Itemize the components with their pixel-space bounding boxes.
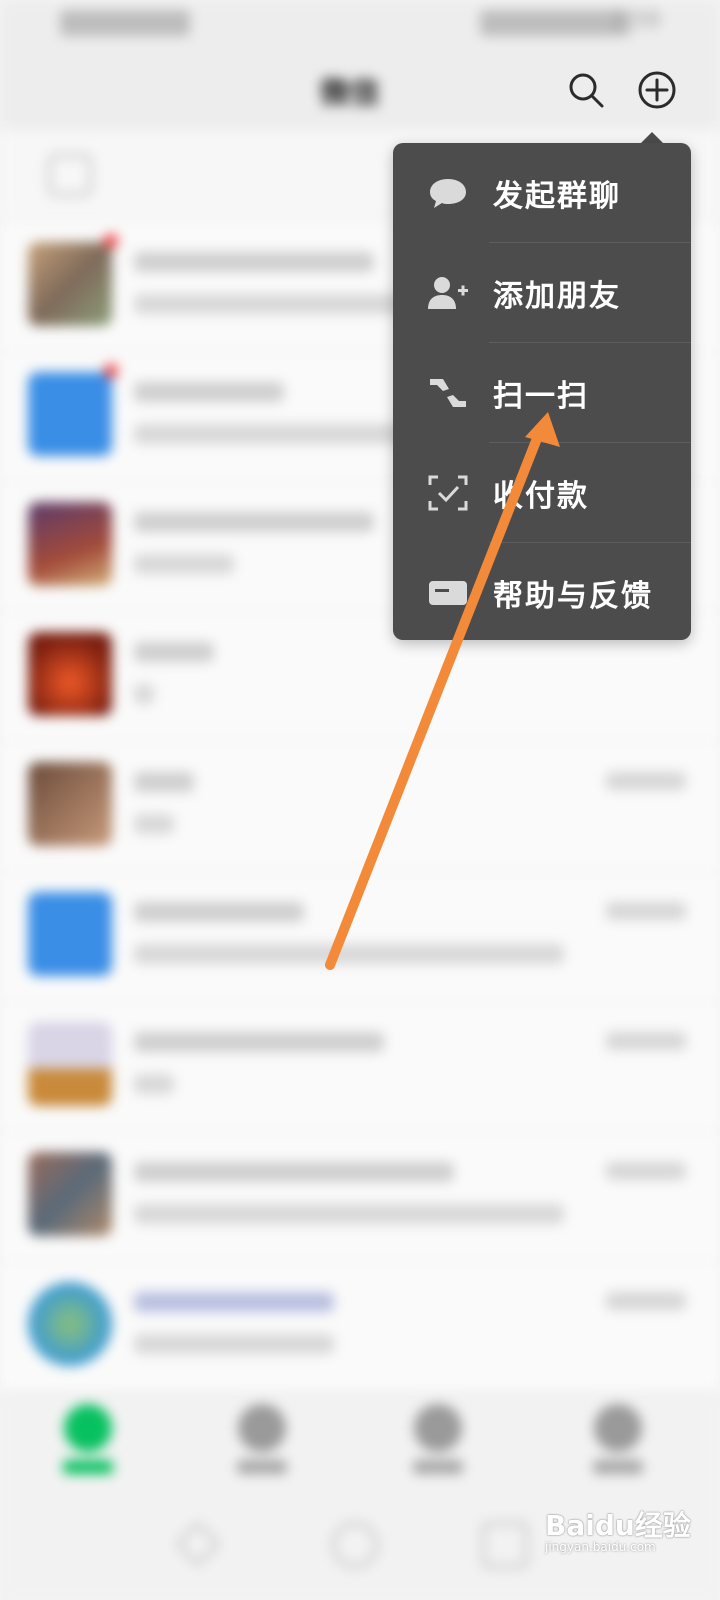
watermark-url: jingyan.baidu.com [545, 1540, 656, 1554]
tab-me[interactable] [578, 1404, 658, 1474]
chat-preview [134, 252, 374, 272]
back-nav-icon[interactable] [175, 1521, 221, 1567]
chat-bubble-icon [427, 173, 469, 213]
signal-indicators [60, 10, 190, 36]
chat-preview [134, 382, 284, 402]
avatar [28, 762, 112, 846]
tab-label-placeholder [63, 1460, 113, 1474]
menu-item-help-feedback[interactable]: 帮助与反馈 [393, 543, 691, 643]
avatar [28, 1152, 112, 1236]
chat-tab-icon [64, 1404, 112, 1452]
screen: 2:59 微信 发起群聊 添加朋友 扫一扫 收付款 帮助与反馈 Baidu经验 … [0, 0, 720, 1600]
menu-item-label: 收付款 [493, 479, 589, 514]
title-bar: 微信 [0, 50, 720, 130]
menu-item-label: 扫一扫 [493, 379, 589, 414]
tab-discover[interactable] [398, 1404, 478, 1474]
chat-preview [134, 1032, 384, 1052]
chat-time [606, 1032, 686, 1050]
chat-preview [134, 1162, 454, 1182]
menu-item-payment[interactable]: 收付款 [393, 443, 691, 543]
recents-nav-icon[interactable] [482, 1522, 528, 1568]
status-time: 2:59 [610, 8, 660, 33]
list-item[interactable] [0, 1002, 720, 1132]
chat-preview [134, 1334, 334, 1354]
avatar [28, 892, 112, 976]
chat-preview [134, 512, 374, 532]
chat-preview [134, 772, 194, 792]
home-nav-icon[interactable] [332, 1522, 378, 1568]
discover-tab-icon [414, 1404, 462, 1452]
status-bar: 2:59 [0, 0, 720, 50]
avatar [28, 1282, 112, 1366]
menu-item-label: 发起群聊 [493, 179, 621, 214]
list-item[interactable] [0, 872, 720, 1002]
menu-item-add-friend[interactable]: 添加朋友 [393, 243, 691, 343]
list-item[interactable] [0, 1132, 720, 1262]
add-friend-icon [427, 273, 469, 313]
list-item[interactable] [0, 1262, 720, 1392]
chat-preview [134, 944, 564, 964]
unread-dot [104, 234, 118, 248]
avatar [28, 502, 112, 586]
add-menu-popup: 发起群聊 添加朋友 扫一扫 收付款 帮助与反馈 [393, 143, 691, 640]
chat-time [606, 772, 686, 790]
search-icon [569, 73, 604, 108]
avatar [28, 372, 112, 456]
tab-label-placeholder [593, 1460, 643, 1474]
unread-dot [104, 364, 118, 378]
chat-preview [134, 1074, 174, 1094]
tab-label-placeholder [413, 1460, 463, 1474]
system-indicators [480, 10, 630, 36]
avatar [28, 242, 112, 326]
menu-item-label: 帮助与反馈 [493, 579, 653, 614]
chat-preview [134, 814, 174, 834]
watermark-text: Baidu经验 [545, 1509, 691, 1542]
me-tab-icon [594, 1404, 642, 1452]
add-button[interactable] [637, 70, 677, 110]
chat-time [606, 1162, 686, 1180]
tab-chats[interactable] [48, 1404, 128, 1474]
baidu-watermark: Baidu经验 jingyan.baidu.com [545, 1490, 715, 1560]
help-feedback-icon [427, 573, 469, 613]
monitor-icon [48, 154, 92, 196]
chat-preview [134, 554, 234, 574]
chat-time [606, 902, 686, 920]
chat-preview [134, 902, 304, 922]
payment-icon [427, 473, 469, 513]
chat-preview [134, 1204, 564, 1224]
menu-item-scan[interactable]: 扫一扫 [393, 343, 691, 443]
chat-preview [134, 642, 214, 662]
chat-preview [134, 1292, 334, 1312]
list-item[interactable] [0, 742, 720, 872]
chat-preview [134, 684, 154, 704]
plus-circle-icon [638, 71, 676, 109]
avatar [28, 1022, 112, 1106]
scan-icon [427, 373, 469, 413]
chat-time [606, 1292, 686, 1310]
search-button[interactable] [566, 70, 606, 110]
page-title: 微信 [320, 76, 380, 111]
contacts-tab-icon [238, 1404, 286, 1452]
tab-contacts[interactable] [222, 1404, 302, 1474]
avatar [28, 632, 112, 716]
bottom-tab-bar [0, 1395, 720, 1491]
tab-label-placeholder [237, 1460, 287, 1474]
menu-item-start-group-chat[interactable]: 发起群聊 [393, 143, 691, 243]
menu-item-label: 添加朋友 [493, 279, 621, 314]
